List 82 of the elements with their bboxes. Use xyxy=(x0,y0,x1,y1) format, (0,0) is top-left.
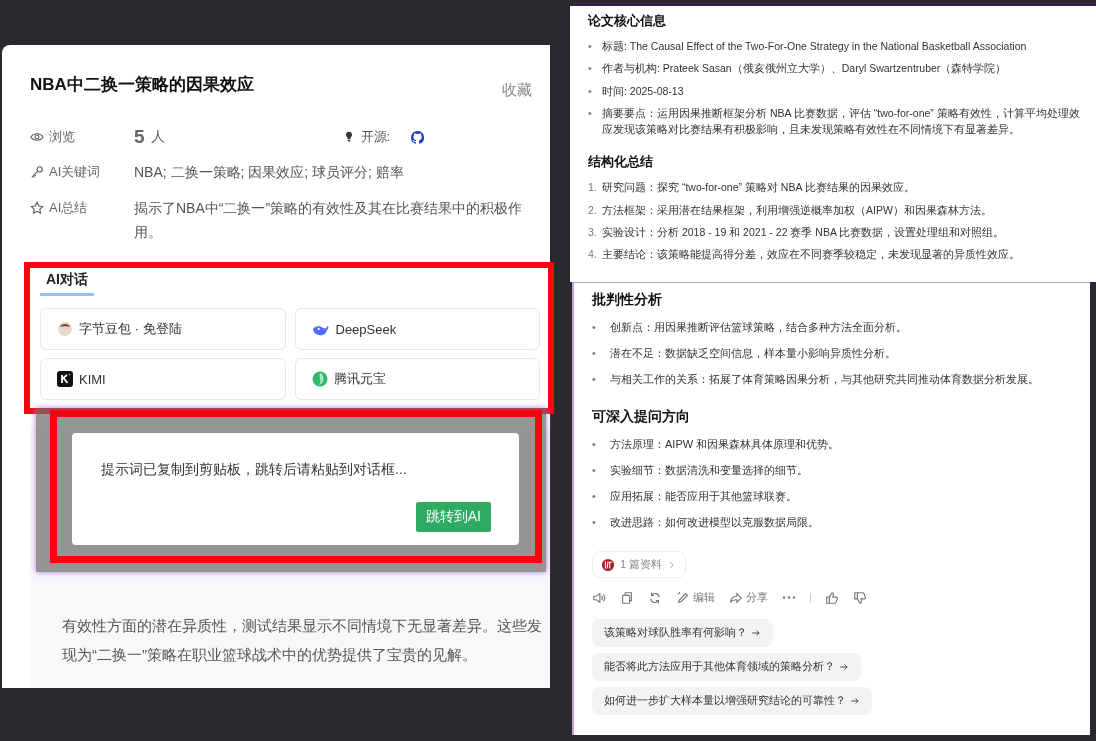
more-icon xyxy=(782,596,796,600)
share-icon xyxy=(729,590,743,605)
pencil-icon xyxy=(676,590,690,605)
suggestion-chip[interactable]: 该策略对球队胜率有何影响？ xyxy=(592,619,773,648)
list-marker: • xyxy=(588,83,593,99)
list-marker: • xyxy=(588,61,593,77)
avatar-icon xyxy=(57,321,73,337)
thumbs-down-icon xyxy=(853,590,867,605)
thumbs-up-icon xyxy=(825,590,839,605)
list-marker: • xyxy=(588,105,593,121)
github-icon xyxy=(410,129,426,145)
ai-option-button[interactable]: KIMI xyxy=(40,358,286,400)
list-marker: • xyxy=(592,372,597,388)
view-count: 5 xyxy=(134,126,145,148)
star-icon xyxy=(30,201,44,215)
list-item: 创新点：用因果推断评估篮球策略，结合多种方法全面分析。 xyxy=(610,320,907,335)
list-marker: • xyxy=(592,463,597,479)
list-marker: • xyxy=(592,346,597,362)
speaker-icon xyxy=(592,590,606,605)
ai-option-button[interactable]: 字节豆包 · 免登陆 xyxy=(40,308,286,350)
list-item: 方法框架：采用潜在结果框架，利用增强逆概率加权（AIPW）和因果森林方法。 xyxy=(602,202,992,218)
abstract-paragraph: 有效性方面的潜在异质性，测试结果显示不同情境下无显著差异。这些发现为“二换一”策略在职业篮球战术中的优势提供了宝贵的见解。 xyxy=(62,616,542,665)
list-item: 与相关工作的关系：拓展了体育策略因果分析，与其他研究共同推动体育数据分析发展。 xyxy=(610,372,1039,388)
list-item: 标题: The Causal Effect of the Two-For-One Strategy in the National Basketball Association xyxy=(602,39,1027,54)
list-item: 作者与机构: Prateek Sasan（俄亥俄州立大学）、Daryl Swartzentruber（森特学院） xyxy=(602,61,1007,77)
list-marker: • xyxy=(592,320,597,335)
section-heading: 结构化总结 xyxy=(588,153,654,172)
arrow-right-icon xyxy=(751,628,761,639)
copy-icon xyxy=(620,590,634,605)
speaker-button[interactable] xyxy=(592,590,606,605)
kimi-logo-icon xyxy=(57,371,73,387)
list-item: 潜在不足：数据缺乏空间信息，样本量小影响异质性分析。 xyxy=(610,346,896,362)
arrow-right-icon xyxy=(839,662,849,673)
list-marker: • xyxy=(592,489,597,505)
list-marker: 1. xyxy=(588,180,598,196)
list-marker: • xyxy=(588,39,593,54)
eye-icon xyxy=(30,130,44,144)
refresh-icon xyxy=(648,590,662,605)
list-marker: 4. xyxy=(588,247,598,263)
list-item: 时间: 2025-08-13 xyxy=(602,83,684,99)
paper-title: NBA中二换一策略的因果效应 xyxy=(30,74,254,96)
like-button[interactable] xyxy=(825,590,839,605)
edit-button[interactable]: 编辑 xyxy=(676,590,715,606)
list-item: 应用拓展：能否应用于其他篮球联赛。 xyxy=(610,489,797,505)
meta-label: 浏览 xyxy=(49,128,75,146)
ai-option-button[interactable]: DeepSeek xyxy=(294,308,540,350)
source-logo-icon xyxy=(601,557,615,572)
dislike-button[interactable] xyxy=(853,590,867,605)
ai-chat-tab[interactable]: AI对话 xyxy=(40,271,94,296)
count-unit: 人 xyxy=(150,128,166,146)
favorite-link[interactable]: 收藏 xyxy=(502,81,532,100)
suggestion-chip[interactable]: 能否将此方法应用于其他体育领域的策略分析？ xyxy=(592,653,861,682)
key-icon xyxy=(30,165,44,179)
more-button[interactable] xyxy=(782,596,796,600)
list-marker: 2. xyxy=(588,202,598,218)
summary-text: 揭示了NBA中“二换一”策略的有效性及其在比赛结果中的积极作用。 xyxy=(134,199,524,242)
meta-label: AI关键词 xyxy=(49,163,101,181)
list-marker: • xyxy=(592,515,597,531)
sources-button[interactable]: 1 篇资料 xyxy=(592,551,687,579)
list-item: 实验设计：分析 2018 - 19 和 2021 - 22 赛季 NBA 比赛数据，设置处理组和对照组。 xyxy=(602,224,1005,240)
yuanbao-logo-icon xyxy=(311,371,328,387)
suggestion-chip[interactable]: 如何进一步扩大样本量以增强研究结论的可靠性？ xyxy=(592,687,872,716)
meta-label: 开源: xyxy=(360,128,391,146)
modal-message: 提示词已复制到剪贴板，跳转后请粘贴到对话框... xyxy=(101,461,408,479)
list-item: 实验细节：数据清洗和变量选择的细节。 xyxy=(610,463,808,479)
list-item: 主要结论：该策略能提高得分差，效应在不同赛季较稳定，未发现显著的异质性效应。 xyxy=(602,247,1020,263)
list-marker: • xyxy=(592,437,597,453)
section-heading: 论文核心信息 xyxy=(588,12,667,30)
meta-label: AI总结 xyxy=(49,199,88,217)
section-heading: 可深入提问方向 xyxy=(592,408,691,427)
list-item: 改进思路：如何改进模型以克服数据局限。 xyxy=(610,515,819,531)
list-item: 方法原理：AIPW 和因果森林具体原理和优势。 xyxy=(610,437,840,453)
copy-button[interactable] xyxy=(620,590,634,605)
ai-option-button[interactable]: 腾讯元宝 xyxy=(294,358,540,400)
keywords-text: NBA; 二换一策略; 因果效应; 球员评分; 赔率 xyxy=(134,163,405,182)
list-item: 摘要要点：运用因果推断框架分析 NBA 比赛数据，评估 “two-for-one” 策略有效性，计算平均处理效应发现该策略对比赛结果有积极影响，且未发现策略有效性在不同情境下有显著差异。 xyxy=(602,105,1081,138)
section-heading: 批判性分析 xyxy=(592,291,663,309)
list-marker: 3. xyxy=(588,224,598,240)
refresh-button[interactable] xyxy=(648,590,662,605)
arrow-right-icon xyxy=(850,696,860,707)
list-item: 研究问题：探究 “two-for-one” 策略对 NBA 比赛结果的因果效应。 xyxy=(602,180,915,196)
share-button[interactable]: 分享 xyxy=(729,590,768,606)
